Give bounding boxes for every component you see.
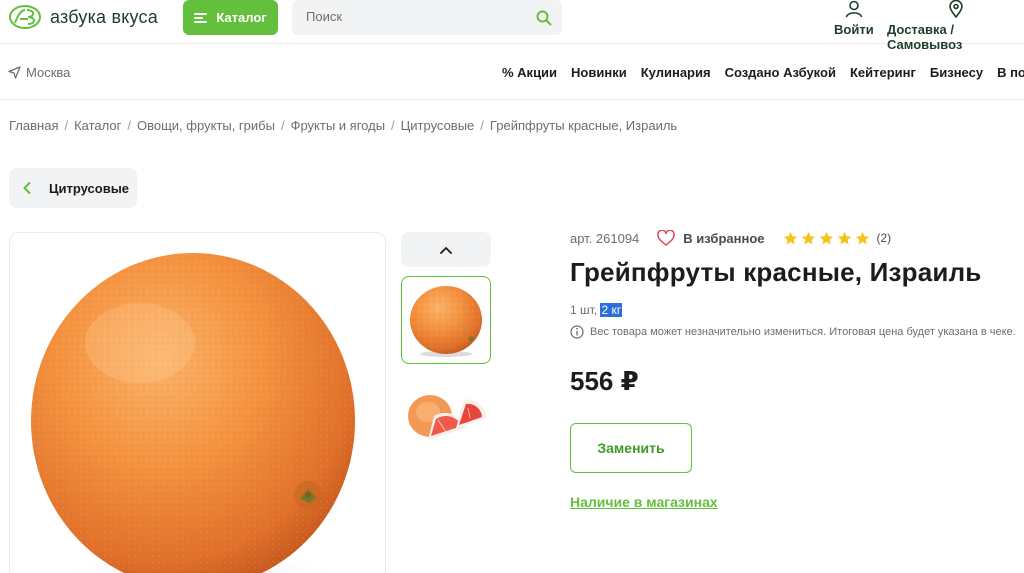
nav-item-new[interactable]: Новинки [571, 65, 627, 80]
main-nav: Москва % Акции Новинки Кулинария Создано… [0, 44, 1024, 100]
thumbnails-scroll-up-button[interactable] [401, 232, 491, 267]
search-input[interactable] [306, 9, 526, 24]
user-icon [845, 0, 863, 18]
nav-item-promotions[interactable]: % Акции [502, 65, 557, 80]
favorites-label: В избранное [683, 230, 765, 246]
store-availability-link[interactable]: Наличие в магазинах [570, 494, 718, 510]
add-to-favorites-button[interactable]: В избранное [657, 230, 765, 246]
grapefruit-image [31, 253, 355, 573]
weight-prefix: 1 шт, [570, 303, 601, 317]
location-pin-icon [948, 0, 963, 18]
info-icon [570, 325, 584, 339]
breadcrumb-separator: / [391, 118, 395, 133]
star-icon [819, 231, 833, 244]
replace-button[interactable]: Заменить [570, 423, 692, 473]
breadcrumb-separator: / [280, 118, 285, 133]
breadcrumb-separator: / [127, 118, 131, 133]
login-label: Войти [834, 22, 874, 37]
star-icon [801, 231, 815, 244]
breadcrumb-current: Грейпфруты красные, Израиль [489, 118, 678, 133]
back-label: Цитрусовые [49, 180, 130, 196]
weight-note-text: Вес товара может незначительно изменитьс… [590, 326, 1016, 338]
logo-text: азбука вкуса [50, 6, 158, 27]
breadcrumb-fruits[interactable]: Фрукты и ягоды [291, 118, 385, 133]
logo[interactable]: азбука вкуса [8, 4, 158, 30]
breadcrumb-separator: / [480, 118, 484, 133]
star-icon [837, 231, 851, 244]
weight-value: 2 кг [600, 303, 623, 317]
product-main-image[interactable] [9, 232, 386, 573]
breadcrumb-catalog[interactable]: Каталог [74, 118, 121, 133]
star-icon [855, 231, 869, 244]
product-price: 556 ₽ [570, 366, 639, 396]
menu-icon [194, 12, 208, 23]
breadcrumb-home[interactable]: Главная [9, 118, 58, 133]
reviews-count[interactable]: (2) [877, 231, 892, 245]
thumbnail-2[interactable] [401, 368, 491, 456]
weight-note: Вес товара может незначительно изменитьс… [570, 325, 1016, 339]
thumbnail-1[interactable] [401, 276, 491, 364]
nav-item-culinary[interactable]: Кулинария [641, 65, 711, 80]
city-label: Москва [26, 65, 71, 80]
breadcrumb-vegetables[interactable]: Овощи, фрукты, грибы [137, 118, 275, 133]
product-title: Грейпфруты красные, Израиль [570, 257, 982, 287]
city-selector[interactable]: Москва [8, 65, 70, 80]
grapefruit-slices-thumbnail-image [408, 395, 487, 440]
catalog-button[interactable]: Каталог [183, 0, 278, 35]
site-header: азбука вкуса Каталог Войти Доставка / Са… [0, 0, 1024, 52]
logo-icon [9, 5, 41, 29]
chevron-left-icon [23, 182, 31, 194]
breadcrumb-separator: / [64, 118, 69, 133]
breadcrumb-citrus[interactable]: Цитрусовые [401, 118, 475, 133]
back-to-category-button[interactable]: Цитрусовые [9, 168, 137, 208]
navigation-arrow-icon [8, 66, 21, 79]
rating-stars[interactable] [783, 231, 873, 246]
article-number: арт. 261094 [570, 230, 640, 246]
nav-menu: % Акции Новинки Кулинария Создано Азбуко… [502, 65, 1024, 80]
chevron-up-icon [440, 246, 452, 254]
nav-item-gifts[interactable]: В подарок [997, 65, 1024, 80]
nav-item-own-brand[interactable]: Создано Азбукой [725, 65, 836, 80]
nav-item-business[interactable]: Бизнесу [930, 65, 983, 80]
login-button[interactable]: Войти [834, 0, 874, 37]
catalog-label: Каталог [216, 10, 267, 25]
product-meta: арт. 261094 В избранное (2) [570, 230, 891, 246]
breadcrumb: Главная / Каталог / Овощи, фрукты, грибы… [9, 118, 677, 133]
grapefruit-thumbnail-image [410, 286, 482, 357]
search-box [292, 0, 562, 35]
heart-icon [657, 230, 676, 246]
search-icon[interactable] [536, 10, 552, 26]
product-weight: 1 шт, 2 кг [570, 303, 623, 317]
nav-item-catering[interactable]: Кейтеринг [850, 65, 916, 80]
star-icon [783, 231, 797, 244]
